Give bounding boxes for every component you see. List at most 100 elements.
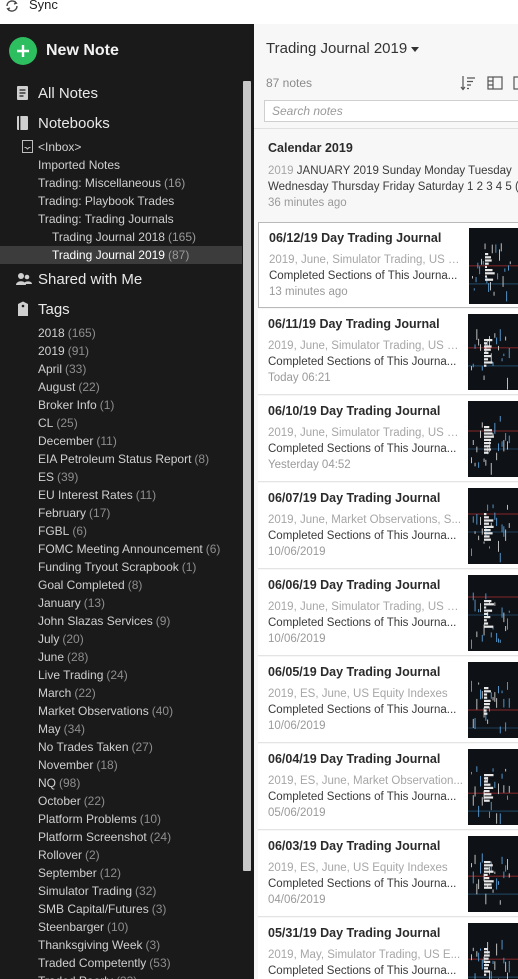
note-card[interactable]: 06/10/19 Day Trading Journal 2019, June, … — [258, 396, 518, 482]
tag-item[interactable]: September (12) — [38, 864, 121, 882]
sync-label[interactable]: Sync — [29, 0, 58, 12]
tag-item[interactable]: February (17) — [38, 504, 110, 522]
tag-item[interactable]: FGBL (6) — [38, 522, 87, 540]
tag-label: Rollover — [38, 848, 83, 862]
tag-item[interactable]: CL (25) — [38, 414, 78, 432]
tag-item[interactable]: January (13) — [38, 594, 105, 612]
note-title: Calendar 2019 — [268, 141, 353, 155]
notebook-title-dropdown[interactable]: Trading Journal 2019 — [266, 40, 420, 57]
tag-item[interactable]: Thanksgiving Week (3) — [38, 936, 160, 954]
tag-label: July — [38, 632, 60, 646]
tag-item[interactable]: March (22) — [38, 684, 96, 702]
tag-item[interactable]: FOMC Meeting Announcement (6) — [38, 540, 220, 558]
sort-icon[interactable] — [460, 75, 476, 91]
tag-item[interactable]: SMB Capital/Futures (3) — [38, 900, 166, 918]
new-note-label: New Note — [46, 42, 119, 59]
note-card[interactable]: 05/31/19 Day Trading Journal 2019, May, S… — [258, 918, 518, 979]
tag-count: (8) — [194, 452, 210, 466]
tag-item[interactable]: NQ (98) — [38, 774, 80, 792]
tag-item[interactable]: Rollover (2) — [38, 846, 100, 864]
tag-count: (24) — [106, 668, 128, 682]
notebook-item-trading-journal-2019[interactable]: Trading Journal 2019 (87) — [0, 246, 242, 264]
sidebar-item-all-notes[interactable]: All Notes — [0, 79, 242, 107]
notebook-item-trading-miscellaneous[interactable]: Trading: Miscellaneous (16) — [0, 174, 242, 192]
sidebar-item-notebooks[interactable]: Notebooks — [0, 109, 242, 137]
sync-icon[interactable] — [4, 0, 20, 14]
note-tags: 2019, June, Market Observations, S... — [268, 514, 462, 526]
tag-item[interactable]: August (22) — [38, 378, 100, 396]
note-card[interactable]: 06/05/19 Day Trading Journal 2019, ES, Ju… — [258, 657, 518, 743]
chart-thumbnail — [468, 401, 518, 477]
tag-item[interactable]: November (18) — [38, 756, 118, 774]
tag-item[interactable]: 2018 (165) — [38, 324, 96, 342]
tag-label: March — [38, 686, 72, 700]
tag-item[interactable]: Simulator Trading (32) — [38, 882, 156, 900]
tag-item[interactable]: April (33) — [38, 360, 86, 378]
notebook-item-trading-playbook-trades[interactable]: Trading: Playbook Trades — [0, 192, 242, 210]
tag-label: NQ — [38, 776, 56, 790]
tag-item[interactable]: Broker Info (1) — [38, 396, 114, 414]
tag-label: EU Interest Rates — [38, 488, 133, 502]
tag-item[interactable]: 2019 (91) — [38, 342, 89, 360]
tag-count: (1) — [181, 560, 197, 574]
more-actions-icon[interactable] — [513, 75, 518, 91]
tag-item[interactable]: Funding Tryout Scrapbook (1) — [38, 558, 196, 576]
tag-item[interactable]: Traded Poorly(23) — [38, 972, 137, 979]
note-card[interactable]: 06/11/19 Day Trading Journal 2019, June, … — [258, 309, 518, 395]
search-placeholder: Search notes — [272, 104, 343, 118]
tag-label: April — [38, 362, 63, 376]
chart-thumbnail — [468, 488, 518, 564]
tag-item[interactable]: Live Trading (24) — [38, 666, 128, 684]
tag-item[interactable]: Platform Screenshot (24) — [38, 828, 171, 846]
tag-item[interactable]: Traded Competently (53) — [38, 954, 171, 972]
note-card[interactable]: 06/06/19 Day Trading Journal 2019, June, … — [258, 570, 518, 656]
tag-label: No Trades Taken — [38, 740, 129, 754]
view-options-icon[interactable] — [487, 75, 503, 91]
search-notes-input[interactable]: Search notes — [264, 100, 518, 122]
tag-item[interactable]: October (22) — [38, 792, 105, 810]
note-title: 06/06/19 Day Trading Journal — [268, 578, 441, 592]
note-card[interactable]: 06/12/19 Day Trading Journal 2019, June, … — [258, 222, 518, 308]
new-note-button[interactable]: New Note — [9, 37, 119, 65]
tag-label: ES — [38, 470, 55, 484]
tag-label: January — [38, 596, 81, 610]
tag-item[interactable]: July (20) — [38, 630, 84, 648]
chart-thumbnail — [468, 575, 518, 651]
sidebar-item-tags[interactable]: Tags — [0, 295, 242, 323]
tag-count: (6) — [205, 542, 221, 556]
notebook-item-imported-notes[interactable]: Imported Notes — [0, 156, 242, 174]
notebook-item-trading-trading-journals[interactable]: Trading: Trading Journals — [0, 210, 242, 228]
tag-item[interactable]: John Slazas Services (9) — [38, 612, 170, 630]
note-card[interactable]: 06/04/19 Day Trading Journal 2019, ES, Ju… — [258, 744, 518, 830]
tag-item[interactable]: EIA Petroleum Status Report (8) — [38, 450, 209, 468]
tag-item[interactable]: December (11) — [38, 432, 117, 450]
tag-item[interactable]: Steenbarger (10) — [38, 918, 128, 936]
tag-label: November — [38, 758, 94, 772]
sidebar-item-shared-with-me[interactable]: Shared with Me — [0, 265, 242, 293]
tag-label: Platform Screenshot — [38, 830, 147, 844]
tag-label: Market Observations — [38, 704, 149, 718]
sidebar-scrollbar[interactable] — [243, 81, 251, 871]
note-time: 05/06/2019 — [268, 807, 326, 819]
tag-count: (53) — [149, 956, 171, 970]
tag-count: (32) — [135, 884, 157, 898]
notebook-item-inbox[interactable]: <Inbox> — [0, 138, 242, 156]
chart-thumbnail — [468, 749, 518, 825]
tag-item[interactable]: June (28) — [38, 648, 88, 666]
notebook-label: Trading: Trading Journals — [38, 212, 174, 226]
chart-thumbnail — [469, 228, 518, 304]
tag-item[interactable]: May (34) — [38, 720, 85, 738]
tag-count: (22) — [78, 380, 100, 394]
note-card-calendar[interactable]: Calendar 2019 2019 JANUARY 2019 Sunday M… — [258, 130, 518, 218]
tag-item[interactable]: Platform Problems (10) — [38, 810, 161, 828]
tag-item[interactable]: EU Interest Rates (11) — [38, 486, 156, 504]
tag-item[interactable]: ES (39) — [38, 468, 78, 486]
tag-item[interactable]: Goal Completed (8) — [38, 576, 142, 594]
tag-item[interactable]: No Trades Taken (27) — [38, 738, 153, 756]
note-card[interactable]: 06/07/19 Day Trading Journal 2019, June, … — [258, 483, 518, 569]
notebook-item-trading-journal-2018[interactable]: Trading Journal 2018 (165) — [0, 228, 242, 246]
chart-thumbnail — [468, 662, 518, 738]
tag-item[interactable]: Market Observations (40) — [38, 702, 173, 720]
note-card[interactable]: 06/03/19 Day Trading Journal 2019, ES, Ju… — [258, 831, 518, 917]
note-count: 87 notes — [266, 76, 313, 90]
